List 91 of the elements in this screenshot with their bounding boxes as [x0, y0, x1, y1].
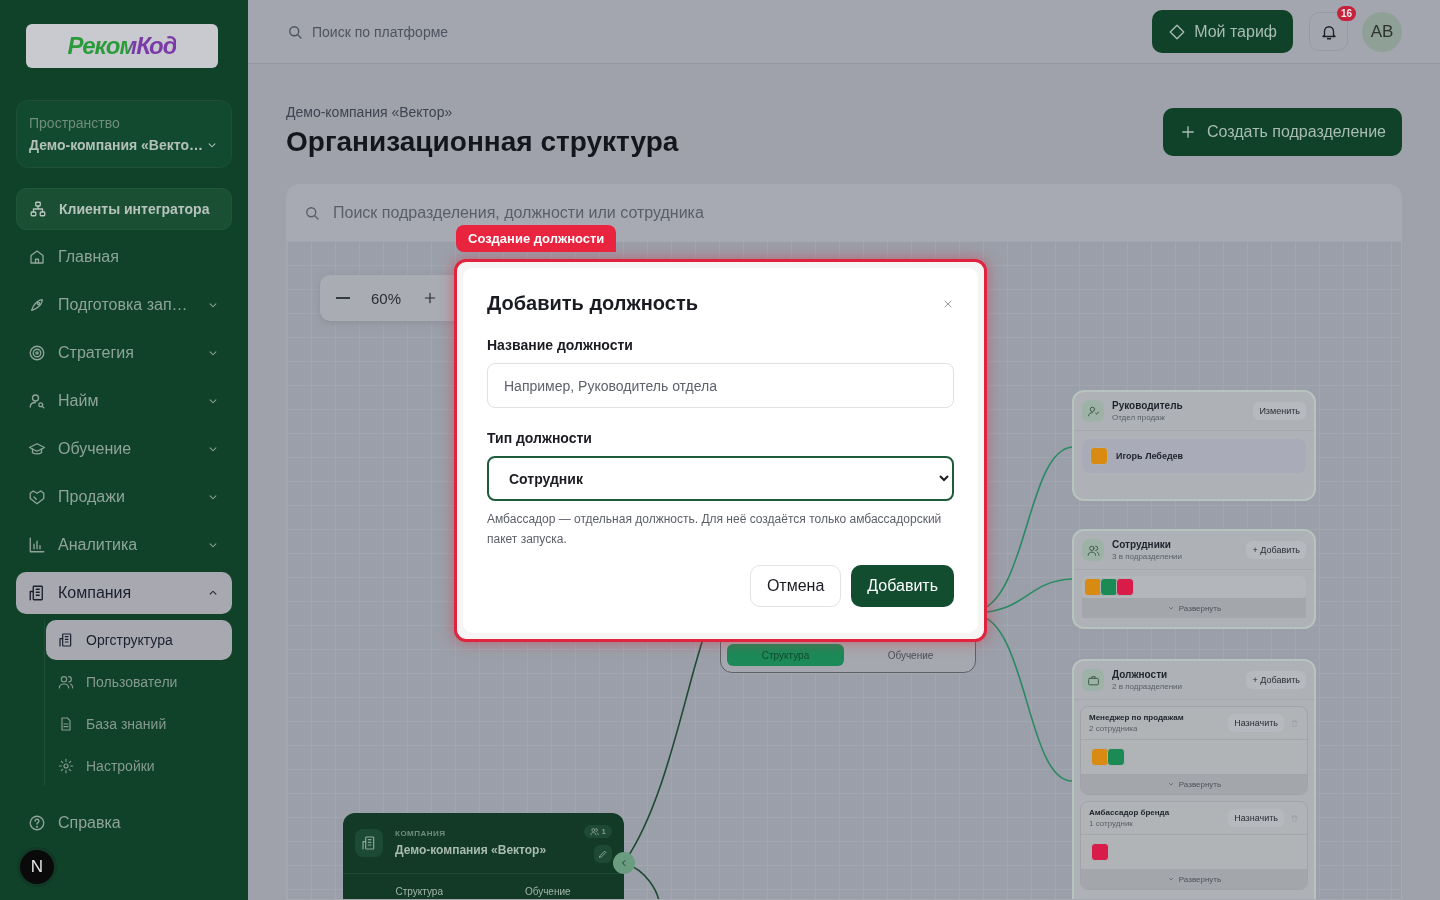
users-icon: [589, 827, 599, 836]
field-label: Название должности: [487, 337, 634, 353]
bar-chart-icon: [28, 536, 46, 554]
nav-subitem[interactable]: Оргструктура: [46, 620, 232, 660]
plus-icon: [1179, 123, 1197, 141]
tour-tag: Создание должности: [456, 225, 617, 252]
chevron-down-icon: [1166, 780, 1175, 788]
expand-button[interactable]: Развернуть: [1081, 869, 1307, 889]
node-title: Демо-компания «Вектор»: [395, 843, 547, 857]
nav-subitem[interactable]: Настройки: [46, 746, 232, 786]
card-subtitle: 3 в подразделении: [1112, 552, 1183, 561]
hint-text: Амбассадор — отдельная должность. Для неё создаётся только амбассадорский пакет запуска.: [487, 511, 943, 548]
nav-item[interactable]: Главная: [16, 236, 232, 278]
person-name: Игорь Лебедев: [1116, 451, 1184, 461]
dialog-title: Добавить должность: [487, 292, 698, 315]
expand-button[interactable]: Развернуть: [1081, 774, 1307, 794]
add-button[interactable]: + Добавить: [1246, 671, 1306, 689]
help-icon: [28, 814, 46, 832]
nav-item[interactable]: Обучение: [16, 428, 232, 470]
expand-button[interactable]: Развернуть: [1082, 598, 1306, 618]
chevron-down-icon: [1166, 604, 1175, 612]
field-label: Тип должности: [487, 430, 593, 446]
person-row[interactable]: Игорь Лебедев: [1082, 439, 1306, 473]
nav-item[interactable]: Аналитика: [16, 524, 232, 566]
nav-subitem[interactable]: Пользователи: [46, 662, 232, 702]
collapse-button[interactable]: [613, 852, 635, 874]
node-tab[interactable]: Обучение: [852, 644, 969, 666]
node-type: КОМПАНИЯ: [395, 829, 447, 838]
nav-subitem[interactable]: База знаний: [46, 704, 232, 744]
company-node[interactable]: КОМПАНИЯ Демо-компания «Вектор» 1 Структура Обучение: [343, 813, 624, 899]
position-name: Амбассадор бренда: [1089, 808, 1170, 817]
search-input[interactable]: Поиск по платформе: [312, 23, 612, 40]
nav-item[interactable]: Клиенты интегратора: [16, 188, 232, 230]
org-search-input[interactable]: Поиск подразделения, должности или сотрудника: [333, 204, 1385, 222]
dev-badge[interactable]: N: [20, 850, 54, 884]
nav-item[interactable]: Стратегия: [16, 332, 232, 374]
person-search-icon: [28, 392, 46, 410]
building-icon: [361, 835, 377, 851]
search-icon: [303, 204, 321, 222]
add-button[interactable]: + Добавить: [1246, 541, 1306, 559]
minus-icon: [336, 297, 350, 299]
nav-item[interactable]: Найм: [16, 380, 232, 422]
assign-button[interactable]: Назначить: [1228, 809, 1284, 827]
pencil-icon: [598, 849, 608, 859]
position-name-field[interactable]: Например, Руководитель отдела: [487, 363, 954, 408]
edit-button[interactable]: [594, 845, 612, 863]
position-type-select[interactable]: Сотрудник: [487, 456, 954, 501]
create-department-button[interactable]: Создать подразделение: [1163, 108, 1402, 156]
nav-item[interactable]: Компания: [16, 572, 232, 614]
card-title: Руководитель: [1112, 400, 1183, 411]
member-count: 1: [583, 825, 612, 838]
card-title: Сотрудники: [1112, 539, 1172, 550]
zoom-level: 60%: [370, 289, 402, 307]
notification-count: 16: [1336, 6, 1356, 21]
users-icon: [1086, 543, 1100, 557]
workspace-name: Демо-компания «Векто…: [29, 137, 203, 153]
page-title: Организационная структура: [286, 126, 679, 158]
building-icon: [28, 584, 46, 602]
plan-button[interactable]: Мой тариф: [1152, 10, 1293, 53]
building-icon: [58, 632, 74, 648]
workspace-label: Пространство: [29, 115, 121, 131]
document-icon: [58, 716, 74, 732]
workspace-selector[interactable]: Пространство Демо-компания «Векто…: [16, 100, 232, 168]
card-subtitle: Отдел продаж: [1112, 413, 1166, 422]
user-avatar[interactable]: AB: [1362, 11, 1402, 52]
zoom-out-button[interactable]: [334, 295, 352, 301]
chevron-down-icon: [1166, 875, 1175, 883]
node-tab[interactable]: Структура: [355, 880, 484, 899]
users-icon: [58, 674, 74, 690]
briefcase-icon: [1086, 673, 1100, 687]
position-count: 2 сотрудника: [1089, 724, 1139, 733]
plus-icon: [422, 290, 438, 306]
card-subtitle: 2 в подразделении: [1112, 682, 1183, 691]
breadcrumb[interactable]: Демо-компания «Вектор»: [286, 104, 679, 120]
cancel-button[interactable]: Отмена: [749, 565, 842, 607]
position-name: Менеджер по продажам: [1089, 713, 1184, 722]
search-field[interactable]: Поиск по платформе: [286, 22, 1141, 41]
node-tab[interactable]: Обучение: [483, 880, 612, 899]
person-icon: [1086, 404, 1100, 418]
home-icon: [28, 248, 46, 266]
change-button[interactable]: Изменить: [1253, 402, 1306, 420]
nav-item[interactable]: Справка: [16, 802, 232, 844]
diamond-icon: [1168, 22, 1187, 41]
nav-item[interactable]: Продажи: [16, 476, 232, 518]
add-button[interactable]: Добавить: [851, 565, 954, 607]
position-count: 1 сотрудник: [1089, 819, 1134, 828]
assign-button[interactable]: Назначить: [1228, 714, 1284, 732]
target-icon: [28, 344, 46, 362]
card-title: Должности: [1112, 669, 1169, 680]
nodes-icon: [29, 200, 47, 218]
nav-item[interactable]: Подготовка зап…: [16, 284, 232, 326]
